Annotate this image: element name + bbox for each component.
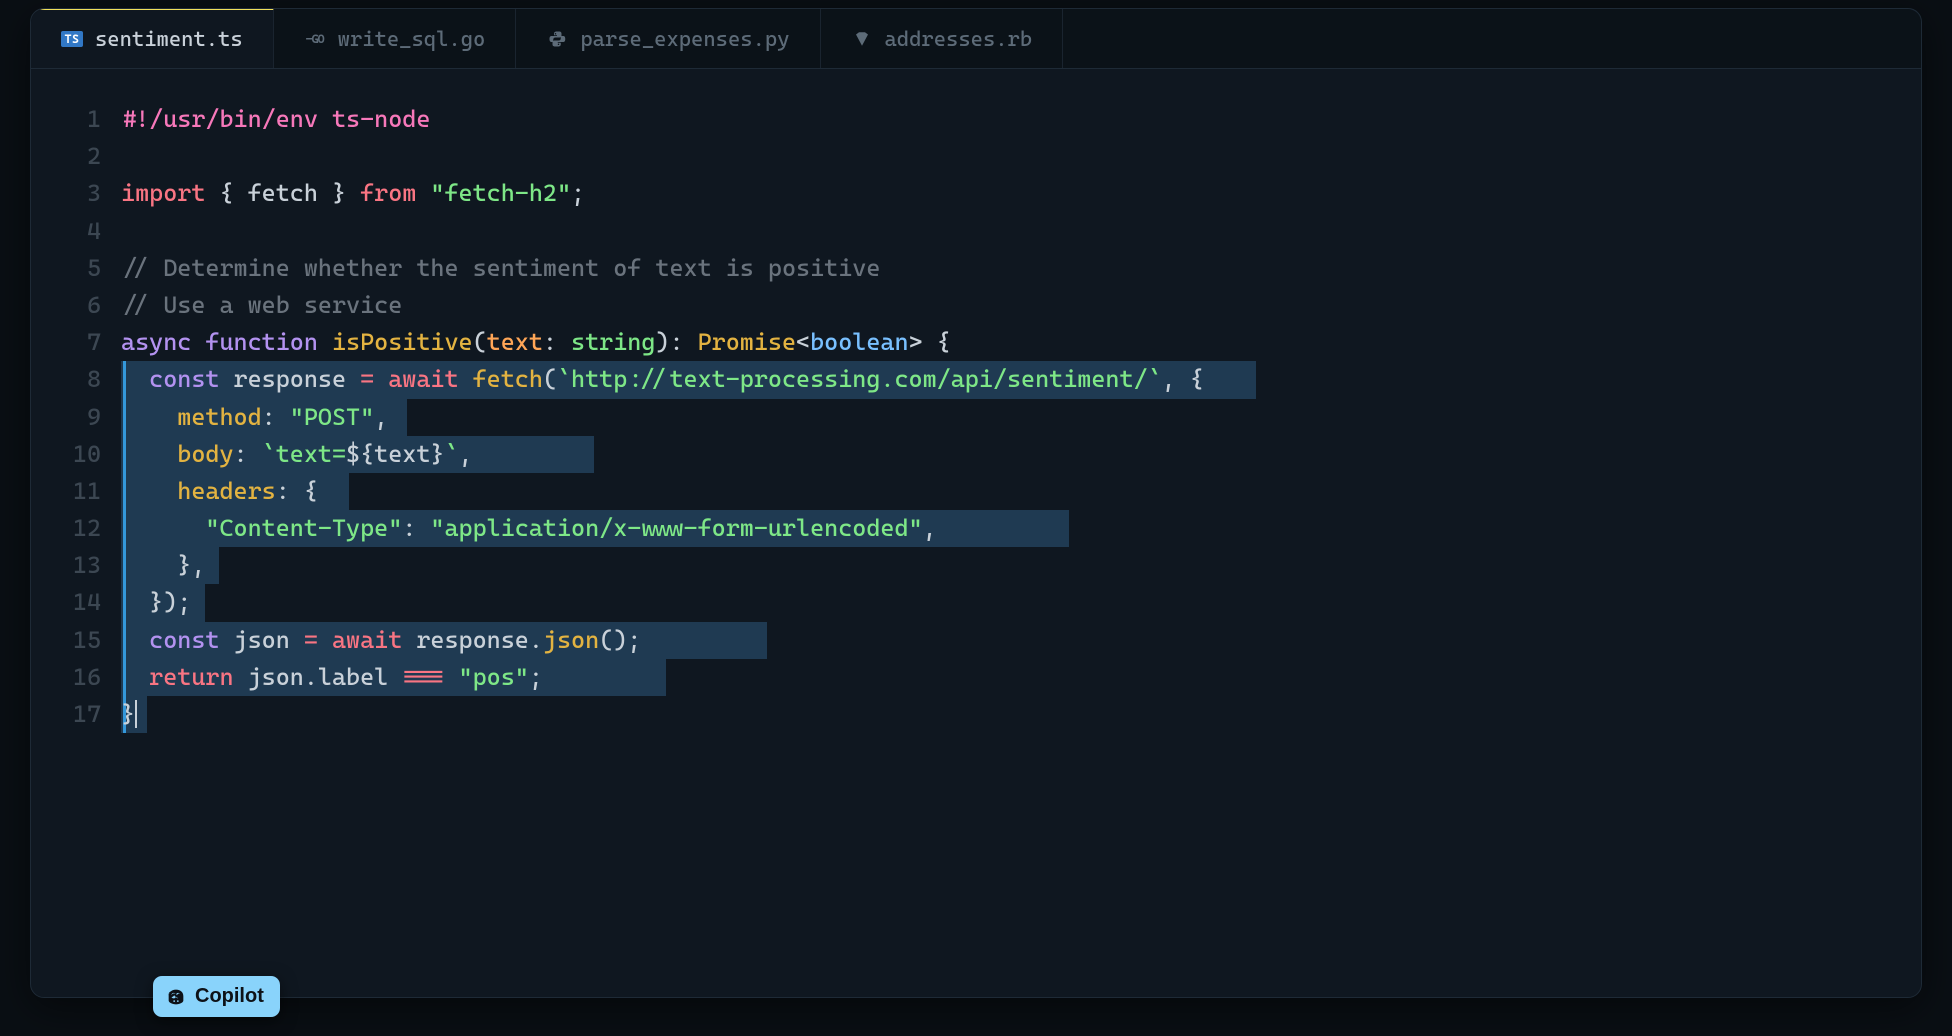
code-line: }	[121, 696, 1921, 733]
line-number: 4	[31, 213, 101, 250]
code-line: #!/usr/bin/env ts-node	[121, 101, 1921, 138]
tab-parse-expenses-py[interactable]: parse_expenses.py	[516, 9, 820, 68]
go-icon: -GO	[304, 31, 326, 47]
python-icon	[546, 31, 568, 47]
tab-sentiment-ts[interactable]: TS sentiment.ts	[31, 9, 274, 68]
tab-write-sql-go[interactable]: -GO write_sql.go	[274, 9, 517, 68]
code-line: const json = await response.json();	[121, 622, 1921, 659]
tab-label: write_sql.go	[338, 27, 486, 51]
code-line: method: "POST",	[121, 399, 1921, 436]
tab-label: addresses.rb	[885, 27, 1033, 51]
tab-label: sentiment.ts	[95, 27, 243, 51]
line-number: 15	[31, 622, 101, 659]
code-line: },	[121, 547, 1921, 584]
code-line	[121, 213, 1921, 250]
copilot-label: Copilot	[195, 985, 264, 1008]
line-number: 5	[31, 250, 101, 287]
code-area[interactable]: 1 2 3 4 5 6 7 8 9 10 11 12 13 14 15 16 1…	[31, 69, 1921, 997]
line-number: 11	[31, 473, 101, 510]
code-line: headers: {	[121, 473, 1921, 510]
line-number: 10	[31, 436, 101, 473]
line-number: 2	[31, 138, 101, 175]
tab-label: parse_expenses.py	[580, 27, 789, 51]
tab-addresses-rb[interactable]: addresses.rb	[821, 9, 1064, 68]
ruby-icon	[851, 31, 873, 47]
line-number: 17	[31, 696, 101, 733]
code-line: import { fetch } from "fetch-h2";	[121, 175, 1921, 212]
copilot-icon	[165, 986, 187, 1008]
line-number: 3	[31, 175, 101, 212]
typescript-icon: TS	[61, 31, 83, 47]
line-number: 9	[31, 399, 101, 436]
line-number: 13	[31, 547, 101, 584]
code-line	[121, 138, 1921, 175]
code-line: const response = await fetch(`http://tex…	[121, 361, 1921, 398]
copilot-badge[interactable]: Copilot	[153, 976, 280, 1017]
code-content[interactable]: #!/usr/bin/env ts-node import { fetch } …	[121, 101, 1921, 973]
tab-bar: TS sentiment.ts -GO write_sql.go parse_e…	[31, 9, 1921, 69]
code-line: async function isPositive(text: string):…	[121, 324, 1921, 361]
line-number: 16	[31, 659, 101, 696]
line-number: 1	[31, 101, 101, 138]
code-line: // Determine whether the sentiment of te…	[121, 250, 1921, 287]
line-number: 12	[31, 510, 101, 547]
code-line: // Use a web service	[121, 287, 1921, 324]
code-line: body: `text=${text}`,	[121, 436, 1921, 473]
line-number: 8	[31, 361, 101, 398]
code-line: });	[121, 584, 1921, 621]
line-number: 7	[31, 324, 101, 361]
line-number: 14	[31, 584, 101, 621]
code-line: return json.label === "pos";	[121, 659, 1921, 696]
line-number: 6	[31, 287, 101, 324]
line-number-gutter: 1 2 3 4 5 6 7 8 9 10 11 12 13 14 15 16 1…	[31, 101, 121, 973]
editor-window: TS sentiment.ts -GO write_sql.go parse_e…	[30, 8, 1922, 998]
text-cursor	[135, 700, 137, 728]
code-line: "Content-Type": "application/x-www-form-…	[121, 510, 1921, 547]
